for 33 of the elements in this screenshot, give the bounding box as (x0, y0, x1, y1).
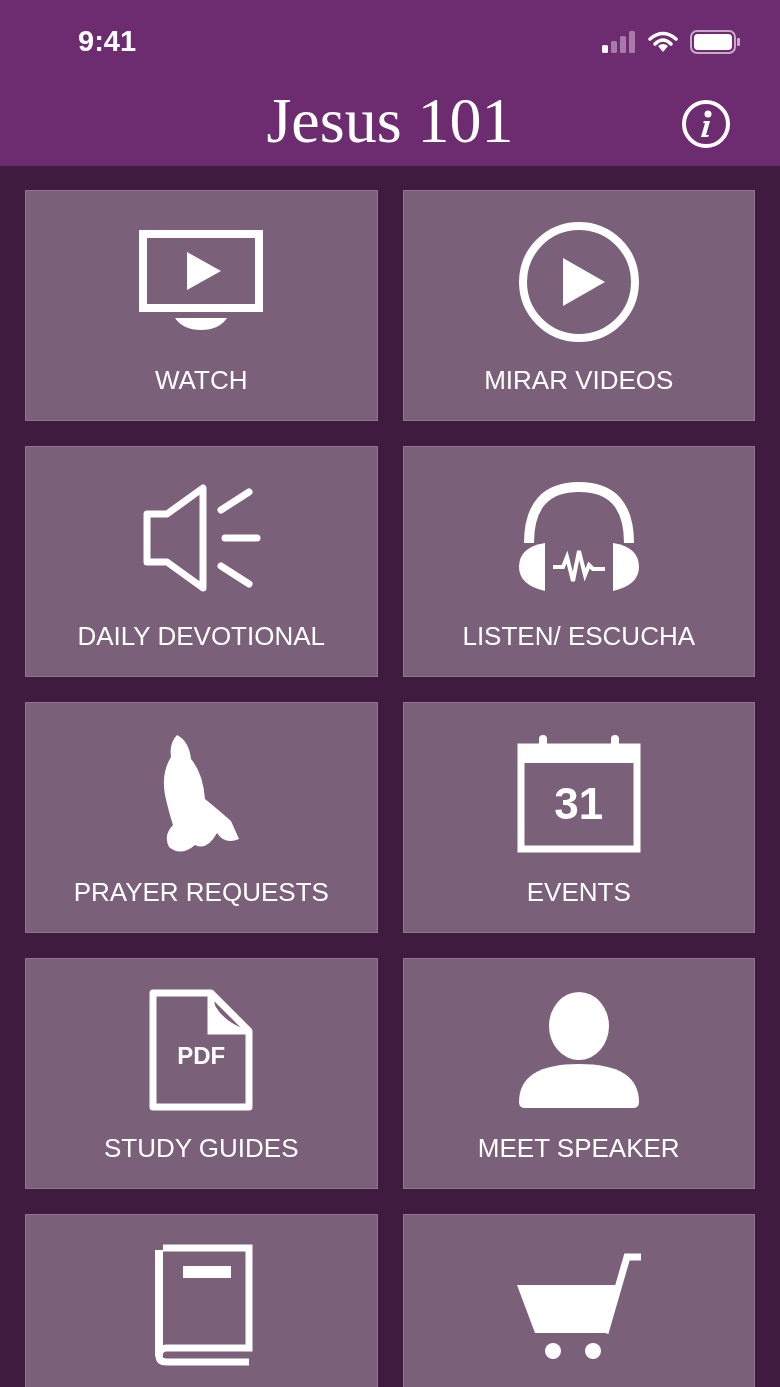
tile-label: MIRAR VIDEOS (484, 367, 674, 393)
wifi-icon (648, 31, 678, 53)
tile-label: WATCH (155, 367, 248, 393)
app-logo: Jesus 101 (266, 89, 514, 153)
speaker-icon (141, 484, 262, 592)
battery-icon (690, 30, 740, 54)
person-icon (516, 992, 641, 1108)
signal-icon (602, 31, 636, 53)
menu-tile[interactable] (402, 1214, 755, 1387)
menu-tile[interactable]: 31 EVENTS (402, 702, 755, 933)
menu-tile[interactable]: PDF STUDY GUIDES (25, 958, 378, 1189)
tile-label: DAILY DEVOTIONAL (77, 623, 326, 649)
pdf-label: PDF (177, 1044, 226, 1068)
info-icon (700, 110, 712, 138)
tile-label: EVENTS (526, 879, 631, 905)
tile-label: MEET SPEAKER (477, 1135, 680, 1161)
document-icon (149, 989, 254, 1111)
menu-tile[interactable] (25, 1214, 378, 1387)
tile-label: STUDY GUIDES (103, 1135, 299, 1161)
menu-tile[interactable]: PRAYER REQUESTS (25, 702, 378, 933)
status-time: 9:41 (78, 24, 137, 60)
calendar-day: 31 (554, 782, 604, 826)
cart-icon (516, 1251, 641, 1361)
menu-tile[interactable]: LISTEN/ ESCUCHA (402, 446, 755, 677)
tile-label: PRAYER REQUESTS (73, 879, 329, 905)
tile-label: LISTEN/ ESCUCHA (462, 623, 696, 649)
menu-tile[interactable]: DAILY DEVOTIONAL (25, 446, 378, 677)
play-icon (516, 220, 641, 344)
menu-tile[interactable]: MIRAR VIDEOS (402, 190, 755, 421)
menu-tile[interactable]: WATCH (25, 190, 378, 421)
info-button[interactable] (682, 100, 730, 148)
menu-tile[interactable]: MEET SPEAKER (402, 958, 755, 1189)
calendar-icon (516, 735, 641, 853)
